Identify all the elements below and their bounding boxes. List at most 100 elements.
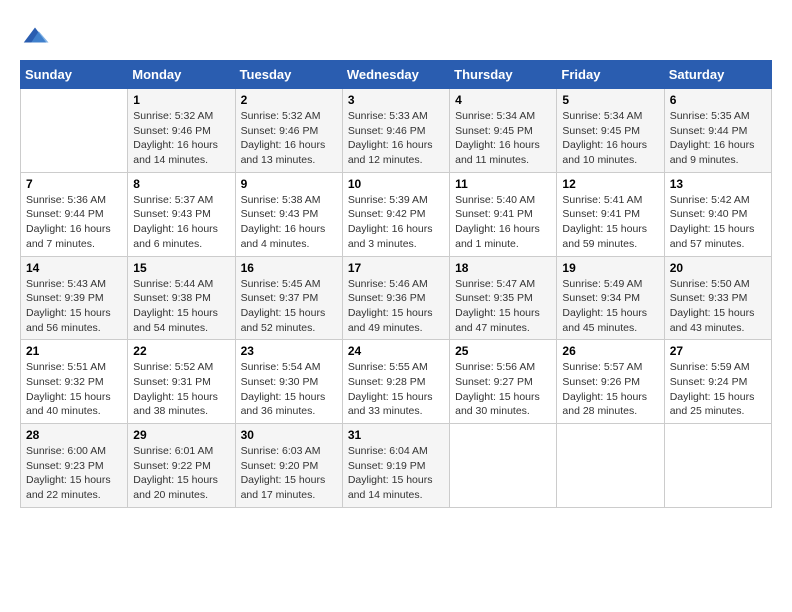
day-info: Sunrise: 5:50 AM Sunset: 9:33 PM Dayligh… xyxy=(670,277,766,336)
calendar-week-row: 21 Sunrise: 5:51 AM Sunset: 9:32 PM Dayl… xyxy=(21,340,772,424)
day-info: Sunrise: 5:52 AM Sunset: 9:31 PM Dayligh… xyxy=(133,360,229,419)
day-number: 17 xyxy=(348,261,444,275)
day-number: 30 xyxy=(241,428,337,442)
day-info: Sunrise: 6:00 AM Sunset: 9:23 PM Dayligh… xyxy=(26,444,122,503)
calendar-cell: 13 Sunrise: 5:42 AM Sunset: 9:40 PM Dayl… xyxy=(664,172,771,256)
calendar-cell: 9 Sunrise: 5:38 AM Sunset: 9:43 PM Dayli… xyxy=(235,172,342,256)
day-info: Sunrise: 5:37 AM Sunset: 9:43 PM Dayligh… xyxy=(133,193,229,252)
weekday-header: Friday xyxy=(557,61,664,89)
day-info: Sunrise: 5:57 AM Sunset: 9:26 PM Dayligh… xyxy=(562,360,658,419)
day-number: 7 xyxy=(26,177,122,191)
day-number: 13 xyxy=(670,177,766,191)
day-info: Sunrise: 5:46 AM Sunset: 9:36 PM Dayligh… xyxy=(348,277,444,336)
calendar-cell: 8 Sunrise: 5:37 AM Sunset: 9:43 PM Dayli… xyxy=(128,172,235,256)
day-number: 26 xyxy=(562,344,658,358)
day-info: Sunrise: 5:51 AM Sunset: 9:32 PM Dayligh… xyxy=(26,360,122,419)
day-number: 4 xyxy=(455,93,551,107)
day-info: Sunrise: 5:43 AM Sunset: 9:39 PM Dayligh… xyxy=(26,277,122,336)
day-number: 10 xyxy=(348,177,444,191)
calendar-cell: 19 Sunrise: 5:49 AM Sunset: 9:34 PM Dayl… xyxy=(557,256,664,340)
day-number: 31 xyxy=(348,428,444,442)
day-info: Sunrise: 5:41 AM Sunset: 9:41 PM Dayligh… xyxy=(562,193,658,252)
day-number: 15 xyxy=(133,261,229,275)
day-info: Sunrise: 5:55 AM Sunset: 9:28 PM Dayligh… xyxy=(348,360,444,419)
day-info: Sunrise: 5:40 AM Sunset: 9:41 PM Dayligh… xyxy=(455,193,551,252)
day-info: Sunrise: 5:38 AM Sunset: 9:43 PM Dayligh… xyxy=(241,193,337,252)
calendar-week-row: 14 Sunrise: 5:43 AM Sunset: 9:39 PM Dayl… xyxy=(21,256,772,340)
weekday-header: Monday xyxy=(128,61,235,89)
calendar-cell: 6 Sunrise: 5:35 AM Sunset: 9:44 PM Dayli… xyxy=(664,89,771,173)
day-number: 16 xyxy=(241,261,337,275)
calendar-cell: 1 Sunrise: 5:32 AM Sunset: 9:46 PM Dayli… xyxy=(128,89,235,173)
day-number: 11 xyxy=(455,177,551,191)
calendar-cell: 2 Sunrise: 5:32 AM Sunset: 9:46 PM Dayli… xyxy=(235,89,342,173)
calendar-cell: 25 Sunrise: 5:56 AM Sunset: 9:27 PM Dayl… xyxy=(450,340,557,424)
day-info: Sunrise: 5:32 AM Sunset: 9:46 PM Dayligh… xyxy=(133,109,229,168)
day-number: 1 xyxy=(133,93,229,107)
day-info: Sunrise: 5:34 AM Sunset: 9:45 PM Dayligh… xyxy=(455,109,551,168)
calendar-cell: 24 Sunrise: 5:55 AM Sunset: 9:28 PM Dayl… xyxy=(342,340,449,424)
day-number: 29 xyxy=(133,428,229,442)
day-number: 9 xyxy=(241,177,337,191)
calendar-cell: 26 Sunrise: 5:57 AM Sunset: 9:26 PM Dayl… xyxy=(557,340,664,424)
weekday-header: Wednesday xyxy=(342,61,449,89)
calendar-week-row: 1 Sunrise: 5:32 AM Sunset: 9:46 PM Dayli… xyxy=(21,89,772,173)
day-info: Sunrise: 5:34 AM Sunset: 9:45 PM Dayligh… xyxy=(562,109,658,168)
day-number: 27 xyxy=(670,344,766,358)
calendar-cell: 31 Sunrise: 6:04 AM Sunset: 9:19 PM Dayl… xyxy=(342,424,449,508)
calendar-cell: 5 Sunrise: 5:34 AM Sunset: 9:45 PM Dayli… xyxy=(557,89,664,173)
page-header xyxy=(20,20,772,50)
day-info: Sunrise: 5:35 AM Sunset: 9:44 PM Dayligh… xyxy=(670,109,766,168)
calendar-cell: 11 Sunrise: 5:40 AM Sunset: 9:41 PM Dayl… xyxy=(450,172,557,256)
calendar-cell xyxy=(450,424,557,508)
logo-icon xyxy=(20,20,50,50)
calendar-cell xyxy=(557,424,664,508)
weekday-header: Tuesday xyxy=(235,61,342,89)
day-info: Sunrise: 5:39 AM Sunset: 9:42 PM Dayligh… xyxy=(348,193,444,252)
day-info: Sunrise: 5:42 AM Sunset: 9:40 PM Dayligh… xyxy=(670,193,766,252)
day-info: Sunrise: 5:36 AM Sunset: 9:44 PM Dayligh… xyxy=(26,193,122,252)
calendar-cell: 21 Sunrise: 5:51 AM Sunset: 9:32 PM Dayl… xyxy=(21,340,128,424)
day-info: Sunrise: 5:54 AM Sunset: 9:30 PM Dayligh… xyxy=(241,360,337,419)
day-number: 14 xyxy=(26,261,122,275)
day-info: Sunrise: 6:03 AM Sunset: 9:20 PM Dayligh… xyxy=(241,444,337,503)
day-number: 5 xyxy=(562,93,658,107)
calendar-cell: 29 Sunrise: 6:01 AM Sunset: 9:22 PM Dayl… xyxy=(128,424,235,508)
day-number: 2 xyxy=(241,93,337,107)
day-info: Sunrise: 5:49 AM Sunset: 9:34 PM Dayligh… xyxy=(562,277,658,336)
calendar-cell: 23 Sunrise: 5:54 AM Sunset: 9:30 PM Dayl… xyxy=(235,340,342,424)
day-info: Sunrise: 5:45 AM Sunset: 9:37 PM Dayligh… xyxy=(241,277,337,336)
day-number: 28 xyxy=(26,428,122,442)
day-info: Sunrise: 5:59 AM Sunset: 9:24 PM Dayligh… xyxy=(670,360,766,419)
calendar-cell: 30 Sunrise: 6:03 AM Sunset: 9:20 PM Dayl… xyxy=(235,424,342,508)
day-number: 3 xyxy=(348,93,444,107)
weekday-header: Thursday xyxy=(450,61,557,89)
day-number: 12 xyxy=(562,177,658,191)
calendar-week-row: 28 Sunrise: 6:00 AM Sunset: 9:23 PM Dayl… xyxy=(21,424,772,508)
day-info: Sunrise: 6:01 AM Sunset: 9:22 PM Dayligh… xyxy=(133,444,229,503)
day-number: 20 xyxy=(670,261,766,275)
day-info: Sunrise: 5:47 AM Sunset: 9:35 PM Dayligh… xyxy=(455,277,551,336)
weekday-header-row: SundayMondayTuesdayWednesdayThursdayFrid… xyxy=(21,61,772,89)
day-number: 22 xyxy=(133,344,229,358)
day-info: Sunrise: 5:44 AM Sunset: 9:38 PM Dayligh… xyxy=(133,277,229,336)
calendar-cell: 14 Sunrise: 5:43 AM Sunset: 9:39 PM Dayl… xyxy=(21,256,128,340)
day-number: 19 xyxy=(562,261,658,275)
day-info: Sunrise: 5:33 AM Sunset: 9:46 PM Dayligh… xyxy=(348,109,444,168)
calendar-cell: 27 Sunrise: 5:59 AM Sunset: 9:24 PM Dayl… xyxy=(664,340,771,424)
calendar-cell: 3 Sunrise: 5:33 AM Sunset: 9:46 PM Dayli… xyxy=(342,89,449,173)
day-number: 23 xyxy=(241,344,337,358)
calendar-cell xyxy=(664,424,771,508)
day-number: 21 xyxy=(26,344,122,358)
calendar-cell: 12 Sunrise: 5:41 AM Sunset: 9:41 PM Dayl… xyxy=(557,172,664,256)
day-number: 18 xyxy=(455,261,551,275)
calendar-week-row: 7 Sunrise: 5:36 AM Sunset: 9:44 PM Dayli… xyxy=(21,172,772,256)
calendar-cell: 15 Sunrise: 5:44 AM Sunset: 9:38 PM Dayl… xyxy=(128,256,235,340)
day-number: 25 xyxy=(455,344,551,358)
weekday-header: Sunday xyxy=(21,61,128,89)
day-number: 24 xyxy=(348,344,444,358)
calendar-cell xyxy=(21,89,128,173)
calendar-cell: 10 Sunrise: 5:39 AM Sunset: 9:42 PM Dayl… xyxy=(342,172,449,256)
day-info: Sunrise: 5:56 AM Sunset: 9:27 PM Dayligh… xyxy=(455,360,551,419)
day-info: Sunrise: 6:04 AM Sunset: 9:19 PM Dayligh… xyxy=(348,444,444,503)
